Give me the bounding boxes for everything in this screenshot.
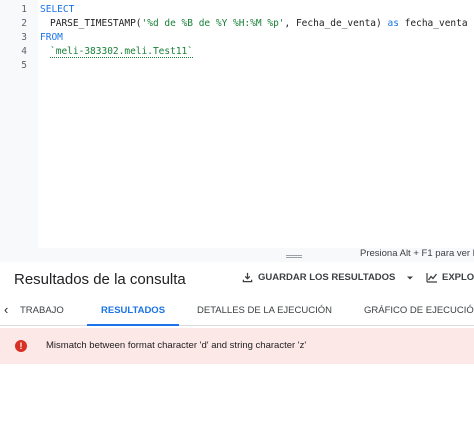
tab-resultados[interactable]: RESULTADOS (86, 297, 180, 326)
results-tabs: ‹ TRABAJO RESULTADOS DETALLES DE LA EJEC… (0, 297, 474, 326)
column-alias: fecha_venta (404, 18, 468, 29)
download-icon (242, 272, 253, 283)
accessibility-hint: Presiona Alt + F1 para ver las opciones … (360, 248, 474, 259)
as-keyword: as (387, 18, 399, 29)
explore-data-button[interactable]: EXPLORAR DATOS (426, 272, 474, 283)
line-number: 1 (21, 4, 27, 15)
parse-timestamp-fn: PARSE_TIMESTAMP( (50, 18, 142, 29)
from-keyword: FROM (40, 32, 63, 43)
code-line-2: PARSE_TIMESTAMP('%d de %B de %Y %H:%M %p… (50, 18, 468, 29)
error-message: Mismatch between format character 'd' an… (46, 340, 307, 351)
error-icon: ! (15, 340, 27, 352)
tab-label: TRABAJO (20, 305, 64, 316)
line-number: 5 (21, 60, 27, 71)
tab-grafico-ejecucion[interactable]: GRÁFICO DE EJECUCIÓN (364, 297, 474, 325)
tab-label: DETALLES DE LA EJECUCIÓN (197, 305, 332, 316)
line-number: 4 (21, 46, 27, 57)
line-number: 2 (21, 18, 27, 29)
tab-trabajo[interactable]: TRABAJO (20, 297, 64, 325)
save-results-label: GUARDAR LOS RESULTADOS (258, 272, 396, 283)
editor-resize-handle[interactable] (286, 255, 302, 258)
dropdown-arrow-icon (407, 276, 414, 279)
select-keyword: SELECT (40, 4, 75, 15)
chart-icon (426, 273, 438, 283)
line-number-gutter: 1 2 3 4 5 (0, 0, 38, 248)
fn-args: , Fecha_de_venta) (284, 18, 382, 29)
save-results-button[interactable]: GUARDAR LOS RESULTADOS (242, 272, 414, 283)
line-number: 3 (21, 32, 27, 43)
code-area[interactable] (38, 0, 474, 248)
accessibility-hint-text: Presiona Alt + F1 para ver las opciones … (360, 248, 474, 259)
tab-detalles-ejecucion[interactable]: DETALLES DE LA EJECUCIÓN (197, 297, 332, 325)
code-line-4: `meli-383302.meli.Test11` (50, 46, 193, 58)
code-line-1: SELECT (40, 4, 74, 15)
error-banner: ! Mismatch between format character 'd' … (0, 328, 474, 364)
tab-label: GRÁFICO DE EJECUCIÓN (364, 305, 474, 316)
code-line-3: FROM (40, 32, 63, 43)
results-title: Resultados de la consulta (14, 271, 186, 288)
format-string: '%d de %B de %Y %H:%M %p' (141, 18, 285, 29)
tab-label: RESULTADOS (101, 305, 166, 316)
scroll-left-icon[interactable]: ‹ (4, 302, 18, 320)
sql-editor[interactable]: 1 2 3 4 5 SELECT PARSE_TIMESTAMP('%d de … (0, 0, 474, 262)
explore-data-label: EXPLORAR DATOS (442, 272, 474, 283)
table-reference[interactable]: `meli-383302.meli.Test11` (50, 46, 193, 58)
